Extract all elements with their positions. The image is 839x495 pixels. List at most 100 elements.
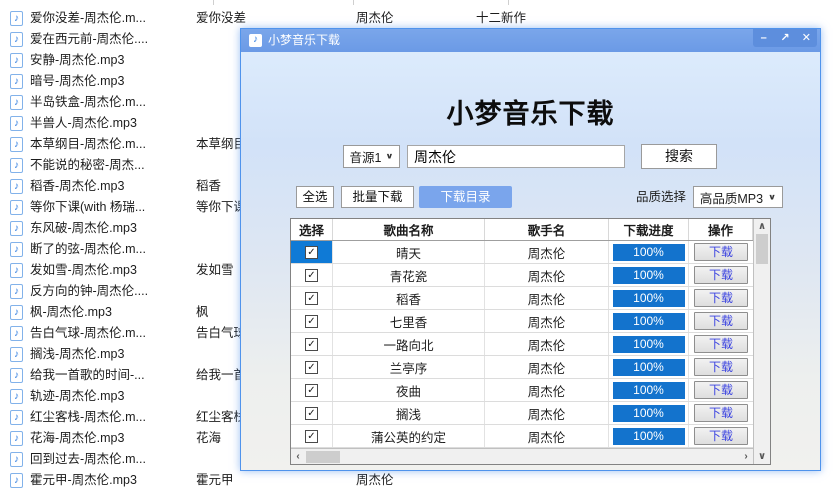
file-album-column: 十二新作 <box>476 8 526 29</box>
artist-cell: 周杰伦 <box>485 287 609 309</box>
checkbox-cell: ✓ <box>291 264 333 286</box>
checkbox-cell: ✓ <box>291 356 333 378</box>
row-checkbox[interactable]: ✓ <box>305 246 318 259</box>
file-artist-column: 周杰伦 <box>356 8 394 29</box>
file-row[interactable]: ♪爱你没差-周杰伦.m...爱你没差周杰伦十二新作 <box>0 8 839 29</box>
table-row[interactable]: ✓七里香周杰伦100%下载 <box>291 310 753 333</box>
file-title-column: 霍元甲 <box>196 470 234 491</box>
select-all-button[interactable]: 全选 <box>296 186 334 208</box>
table-row[interactable]: ✓一路向北周杰伦100%下载 <box>291 333 753 356</box>
download-button[interactable]: 下载 <box>694 243 748 261</box>
row-checkbox[interactable]: ✓ <box>305 430 318 443</box>
file-name: 安静-周杰伦.mp3 <box>30 50 124 71</box>
artist-cell: 周杰伦 <box>485 310 609 332</box>
file-name: 反方向的钟-周杰伦.... <box>30 281 148 302</box>
action-cell: 下载 <box>689 241 753 263</box>
row-checkbox[interactable]: ✓ <box>305 338 318 351</box>
minimize-button[interactable]: – <box>755 30 773 46</box>
download-button[interactable]: 下载 <box>694 404 748 422</box>
audio-file-icon: ♪ <box>10 221 23 236</box>
search-button[interactable]: 搜索 <box>641 144 717 169</box>
audio-file-icon: ♪ <box>10 32 23 47</box>
file-name: 搁浅-周杰伦.mp3 <box>30 344 124 365</box>
table-row[interactable]: ✓稻香周杰伦100%下载 <box>291 287 753 310</box>
search-input[interactable] <box>407 145 625 168</box>
window-titlebar[interactable]: ♪ 小梦音乐下载 – ↗ ✕ <box>241 29 820 52</box>
table-row[interactable]: ✓ 夜曲周杰伦100% 下载 <box>291 379 753 402</box>
file-name: 花海-周杰伦.mp3 <box>30 428 124 449</box>
maximize-button[interactable]: ↗ <box>776 30 794 46</box>
table-body: ✓晴天周杰伦100%下载✓青花瓷周杰伦100%下载✓稻香周杰伦100%下载✓七里… <box>291 241 753 448</box>
window-controls: – ↗ ✕ <box>753 29 817 47</box>
table-row[interactable]: ✓兰亭序周杰伦100%下载 <box>291 356 753 379</box>
scroll-left-icon[interactable]: ‹ <box>291 451 305 462</box>
table-header-cell: 选择 <box>291 219 333 240</box>
progress-cell: 100% <box>609 379 689 401</box>
audio-file-icon: ♪ <box>10 305 23 320</box>
download-button[interactable]: 下载 <box>694 335 748 353</box>
checkbox-cell: ✓ <box>291 287 333 309</box>
progress-cell: 100% <box>609 356 689 378</box>
close-button[interactable]: ✕ <box>797 30 815 46</box>
download-button[interactable]: 下载 <box>694 312 748 330</box>
table-row[interactable]: ✓蒲公英的约定周杰伦100%下载 <box>291 425 753 448</box>
download-button[interactable]: 下载 <box>694 266 748 284</box>
file-name: 轨迹-周杰伦.mp3 <box>30 386 124 407</box>
audio-file-icon: ♪ <box>10 158 23 173</box>
row-checkbox[interactable]: ✓ <box>305 315 318 328</box>
audio-file-icon: ♪ <box>10 410 23 425</box>
table-row[interactable]: ✓晴天周杰伦100%下载 <box>291 241 753 264</box>
table-header-cell: 操作 <box>689 219 753 240</box>
row-checkbox[interactable]: ✓ <box>305 384 318 397</box>
audio-file-icon: ♪ <box>10 368 23 383</box>
audio-file-icon: ♪ <box>10 179 23 194</box>
action-cell: 下载 <box>689 287 753 309</box>
download-directory-button[interactable]: 下载目录 <box>419 186 512 208</box>
download-button[interactable]: 下载 <box>694 427 748 445</box>
artist-cell: 周杰伦 <box>485 379 609 401</box>
row-checkbox[interactable]: ✓ <box>305 269 318 282</box>
file-name: 暗号-周杰伦.mp3 <box>30 71 124 92</box>
file-name: 本草纲目-周杰伦.m... <box>30 134 146 155</box>
quality-select[interactable]: 高品质MP3 ∨ <box>693 186 783 208</box>
song-name-cell: 搁浅 <box>333 402 485 424</box>
checkbox-cell: ✓ <box>291 333 333 355</box>
file-title-column: 花海 <box>196 428 221 449</box>
row-checkbox[interactable]: ✓ <box>305 292 318 305</box>
file-name: 稻香-周杰伦.mp3 <box>30 176 124 197</box>
song-name-cell: 晴天 <box>333 241 485 263</box>
audio-file-icon: ♪ <box>10 326 23 341</box>
file-row[interactable]: ♪霍元甲-周杰伦.mp3霍元甲周杰伦 <box>0 470 839 491</box>
file-name: 爱你没差-周杰伦.m... <box>30 8 146 29</box>
file-title-column: 等你下课 <box>196 197 246 218</box>
batch-download-button[interactable]: 批量下载 <box>341 186 414 208</box>
progress-cell: 100% <box>609 310 689 332</box>
horizontal-scrollbar[interactable]: ‹ › <box>291 448 753 464</box>
row-checkbox[interactable]: ✓ <box>305 361 318 374</box>
audio-file-icon: ♪ <box>10 242 23 257</box>
file-name: 枫-周杰伦.mp3 <box>30 302 112 323</box>
scroll-right-icon[interactable]: › <box>739 451 753 462</box>
scroll-down-icon[interactable]: ∨ <box>758 449 766 464</box>
file-name: 霍元甲-周杰伦.mp3 <box>30 470 137 491</box>
row-checkbox[interactable]: ✓ <box>305 407 318 420</box>
download-button[interactable]: 下载 <box>694 289 748 307</box>
artist-cell: 周杰伦 <box>485 241 609 263</box>
download-table: 选择歌曲名称歌手名下载进度操作 ✓晴天周杰伦100%下载✓青花瓷周杰伦100%下… <box>290 218 771 465</box>
vertical-scroll-thumb[interactable] <box>756 234 768 264</box>
vertical-scrollbar[interactable]: ∧ ∨ <box>753 219 770 464</box>
horizontal-scroll-thumb[interactable] <box>306 451 340 463</box>
download-button[interactable]: 下载 <box>694 358 748 376</box>
progress-cell: 100% <box>609 425 689 447</box>
table-row[interactable]: ✓搁浅周杰伦100%下载 <box>291 402 753 425</box>
scroll-up-icon[interactable]: ∧ <box>758 219 766 234</box>
song-name-cell: 夜曲 <box>333 379 485 401</box>
progress-bar: 100% <box>613 405 685 422</box>
file-name: 给我一首歌的时间-... <box>30 365 145 386</box>
source-select[interactable]: 音源1 ∨ <box>343 145 400 168</box>
table-row[interactable]: ✓青花瓷周杰伦100%下载 <box>291 264 753 287</box>
action-cell: 下载 <box>689 356 753 378</box>
audio-file-icon: ♪ <box>10 347 23 362</box>
file-name: 断了的弦-周杰伦.m... <box>30 239 146 260</box>
download-button[interactable]: 下载 <box>694 381 748 399</box>
